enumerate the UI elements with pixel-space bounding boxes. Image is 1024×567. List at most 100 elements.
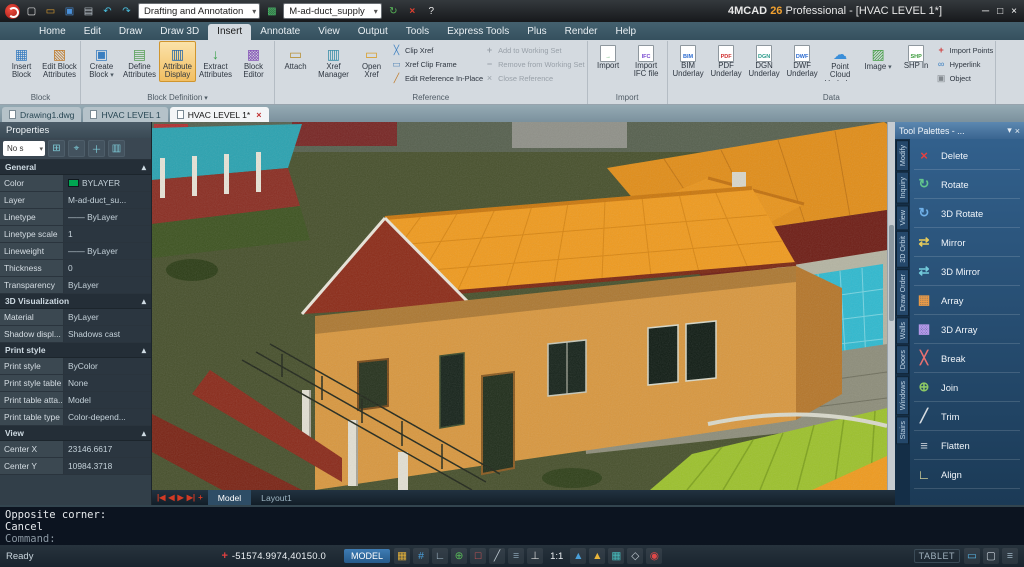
ortho-icon[interactable]: ∟: [432, 548, 448, 564]
remove-from-working-set-button[interactable]: Remove from Working Set: [484, 58, 585, 70]
image-button[interactable]: Image: [860, 41, 897, 82]
esnap-icon[interactable]: □: [470, 548, 486, 564]
extract-attributes-button[interactable]: Extract Attributes: [197, 41, 234, 82]
palette-tab-3d-orbit[interactable]: 3D Orbit: [896, 231, 909, 268]
palette-item-3d-array[interactable]: ▩3D Array: [914, 315, 1020, 344]
layout-nav-icon-3[interactable]: ▶|: [187, 493, 195, 502]
properties-title[interactable]: Properties: [0, 122, 151, 138]
menu-tab-draw-3d[interactable]: Draw 3D: [151, 24, 208, 40]
attach-button[interactable]: Attach: [277, 41, 314, 82]
block-editor-button[interactable]: Block Editor: [235, 41, 272, 82]
menu-tab-edit[interactable]: Edit: [75, 24, 110, 40]
snap-icon[interactable]: ▦: [394, 548, 410, 564]
palette-item-trim[interactable]: ╱Trim: [914, 402, 1020, 431]
viewport-scale[interactable]: 1:1: [550, 551, 563, 562]
lock-icon[interactable]: ◉: [646, 548, 662, 564]
menu-tab-tools[interactable]: Tools: [397, 24, 438, 40]
menu-tab-help[interactable]: Help: [606, 24, 645, 40]
menu-tab-home[interactable]: Home: [30, 24, 75, 40]
palette-tab-windows[interactable]: Windows: [896, 376, 909, 415]
menu-tab-view[interactable]: View: [309, 24, 349, 40]
clean-screen-icon[interactable]: ▢: [983, 548, 999, 564]
scrollbar-thumb[interactable]: [889, 225, 894, 321]
section-header-general[interactable]: General▴: [0, 160, 151, 175]
doc-tab-hvac-level-1[interactable]: HVAC LEVEL 1*×: [170, 107, 269, 122]
menu-tab-insert[interactable]: Insert: [208, 24, 251, 40]
point-cloud-underlay-button[interactable]: Point Cloud Underlay: [822, 41, 859, 82]
delete-block-icon[interactable]: [405, 4, 420, 19]
palette-tab-view[interactable]: View: [896, 205, 909, 230]
pdf-underlay-button[interactable]: PDF PDF Underlay: [708, 41, 745, 81]
viewport[interactable]: |◀◀▶▶|+ Model Layout1: [152, 122, 895, 505]
iso-icon[interactable]: ◇: [627, 548, 643, 564]
workspace-combo[interactable]: Drafting and Annotation: [138, 3, 260, 19]
palette-tab-walls[interactable]: Walls: [896, 317, 909, 344]
import-button[interactable]: Import: [590, 41, 627, 81]
lwt-icon[interactable]: ≡: [508, 548, 524, 564]
palette-properties-icon[interactable]: ▾: [1007, 125, 1012, 136]
layout-nav-icon-2[interactable]: ▶: [178, 493, 184, 502]
quick-select-filter-icon[interactable]: ⊞: [48, 140, 65, 157]
palette-item-break[interactable]: ╳Break: [914, 344, 1020, 373]
palette-item-rotate[interactable]: ↻Rotate: [914, 170, 1020, 199]
palette-item-mirror[interactable]: ⇄Mirror: [914, 228, 1020, 257]
dwf-underlay-button[interactable]: DWF DWF Underlay: [784, 41, 821, 81]
plot-icon[interactable]: [81, 4, 96, 19]
palette-item-3d-mirror[interactable]: ⇄3D Mirror: [914, 257, 1020, 286]
close-tab-icon[interactable]: ×: [256, 110, 261, 120]
create-block-button[interactable]: Create Block: [83, 41, 120, 82]
palette-tab-inquiry[interactable]: Inquiry: [896, 172, 909, 204]
layout1-tab[interactable]: Layout1: [251, 490, 302, 505]
viewport-canvas[interactable]: [152, 122, 887, 490]
hyperlink-button[interactable]: Hyperlink: [936, 58, 994, 70]
palette-item-delete[interactable]: ×Delete: [914, 141, 1020, 170]
insert-block-button[interactable]: Insert Block: [3, 41, 40, 82]
monitor-icon[interactable]: ▭: [964, 548, 980, 564]
layout-nav-icon-1[interactable]: ◀: [168, 493, 174, 502]
palette-item-array[interactable]: ▦Array: [914, 286, 1020, 315]
attribute-display-button[interactable]: Attribute Display: [159, 41, 196, 82]
menu-tab-express-tools[interactable]: Express Tools: [438, 24, 518, 40]
palette-tab-modify[interactable]: Modify: [896, 140, 909, 171]
close-reference-button[interactable]: Close Reference: [484, 72, 585, 84]
palette-tab-doors[interactable]: Doors: [896, 345, 909, 374]
palette-tab-draw-order[interactable]: Draw Order: [896, 269, 909, 316]
save-icon[interactable]: [62, 4, 77, 19]
section-header-print-style[interactable]: Print style▴: [0, 343, 151, 358]
select-objects-icon[interactable]: ⌖: [68, 140, 85, 157]
help-icon[interactable]: [424, 4, 439, 19]
section-header-view[interactable]: View▴: [0, 426, 151, 441]
menu-tab-draw[interactable]: Draw: [110, 24, 151, 40]
hatch-icon[interactable]: ▦: [608, 548, 624, 564]
palette-close-icon[interactable]: ×: [1015, 126, 1020, 136]
toggle-pickadd-icon[interactable]: ＋: [88, 140, 105, 157]
menu-tab-output[interactable]: Output: [349, 24, 397, 40]
xref-manager-button[interactable]: Xref Manager: [315, 41, 352, 82]
edit-block-attributes-button[interactable]: Edit Block Attributes: [41, 41, 78, 82]
palette-item-join[interactable]: ⊕Join: [914, 373, 1020, 402]
shp-in-button[interactable]: SHP SHP In: [898, 41, 935, 81]
etrack-icon[interactable]: ╱: [489, 548, 505, 564]
bim-underlay-button[interactable]: BIM BIM Underlay: [670, 41, 707, 81]
app-logo-icon[interactable]: [5, 4, 20, 19]
doc-tab-drawing1-dwg[interactable]: Drawing1.dwg: [2, 107, 81, 122]
import-ifc-button[interactable]: IFC Import IFC file: [628, 41, 665, 81]
menu-tab-plus[interactable]: Plus: [518, 24, 555, 40]
xref-clip-frame-button[interactable]: Xref Clip Frame: [391, 58, 483, 70]
group-label-block-definition[interactable]: Block Definition: [83, 92, 272, 104]
maximize-button[interactable]: □: [997, 6, 1003, 17]
palette-item-3d-rotate[interactable]: ↻3D Rotate: [914, 199, 1020, 228]
section-header-3d-visualization[interactable]: 3D Visualization▴: [0, 294, 151, 309]
properties-settings-icon[interactable]: ▥: [108, 140, 125, 157]
dgn-underlay-button[interactable]: DGN DGN Underlay: [746, 41, 783, 81]
clip-xref-button[interactable]: Clip Xref: [391, 44, 483, 56]
redo-icon[interactable]: [119, 4, 134, 19]
close-button[interactable]: ×: [1011, 6, 1017, 17]
palette-item-align[interactable]: ∟Align: [914, 460, 1020, 489]
add-to-working-set-button[interactable]: Add to Working Set: [484, 44, 585, 56]
object-button[interactable]: Object: [936, 72, 994, 84]
selection-combo[interactable]: No s: [3, 141, 45, 156]
edit-reference-in-place-button[interactable]: Edit Reference In-Place: [391, 72, 483, 84]
menu-icon[interactable]: ≡: [1002, 548, 1018, 564]
define-attributes-button[interactable]: Define Attributes: [121, 41, 158, 82]
